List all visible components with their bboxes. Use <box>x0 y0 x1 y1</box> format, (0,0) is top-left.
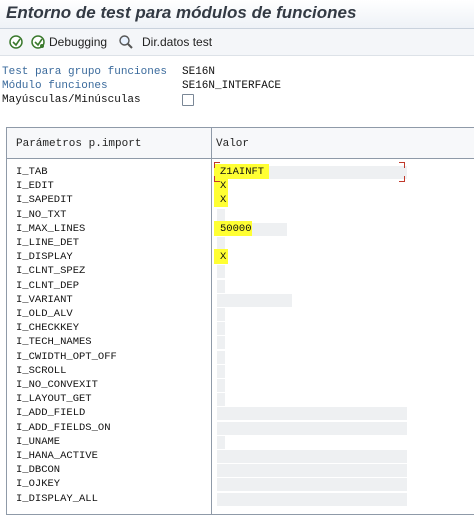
execute-icon <box>9 35 23 49</box>
param-name: I_DISPLAY_ALL <box>16 492 98 505</box>
value-input[interactable] <box>217 308 225 321</box>
focus-corner <box>214 176 220 182</box>
param-name: I_UNAME <box>16 435 61 448</box>
param-name: I_OLD_ALV <box>16 308 73 320</box>
param-name: I_OJKEY <box>16 478 61 491</box>
param-value: X <box>220 180 227 193</box>
param-name: I_DBCON <box>16 464 61 477</box>
param-name: I_HANA_ACTIVE <box>16 450 98 462</box>
execute-button[interactable] <box>8 32 24 52</box>
param-name: I_TECH_NAMES <box>16 336 92 349</box>
param-value: X <box>220 251 227 264</box>
value-input[interactable] <box>217 322 225 336</box>
param-name: I_DISPLAY <box>16 251 73 264</box>
param-name: I_CLNT_SPEZ <box>16 265 86 278</box>
value-input[interactable] <box>217 464 407 478</box>
value-input[interactable] <box>217 265 225 279</box>
value-input[interactable] <box>217 379 225 392</box>
param-name: I_LINE_DET <box>16 237 80 249</box>
debugging-label: Debugging <box>49 35 108 49</box>
value-input[interactable] <box>217 364 225 378</box>
param-name: I_NO_TXT <box>16 208 67 221</box>
value-input[interactable] <box>217 350 225 364</box>
table-header: Parámetros p.import Valor <box>7 128 474 159</box>
value-input[interactable] <box>217 279 225 293</box>
module-value: SE16N_INTERFACE <box>182 80 282 92</box>
module-label: Módulo funciones <box>2 80 108 92</box>
param-name: I_LAYOUT_GET <box>16 393 92 406</box>
dir-datos-label: Dir.datos test <box>142 35 213 49</box>
param-name: I_TAB <box>16 166 48 178</box>
dir-datos-test-button[interactable]: Dir.datos test <box>118 32 212 52</box>
value-input[interactable] <box>217 336 225 350</box>
value-input[interactable] <box>217 407 407 421</box>
case-label: Mayúsculas/Minúsculas <box>2 94 141 106</box>
value-input[interactable] <box>217 435 225 449</box>
value-input[interactable] <box>217 478 407 492</box>
param-value: 50000 <box>220 222 252 235</box>
column-divider <box>211 128 212 514</box>
value-input[interactable] <box>217 450 407 463</box>
title-bar: Entorno de test para módulos de funcione… <box>0 0 474 29</box>
param-value: X <box>220 194 227 207</box>
col-header-params: Parámetros p.import <box>16 138 142 150</box>
value-input[interactable] <box>217 208 225 222</box>
col-header-valor: Valor <box>216 138 250 150</box>
focus-corner <box>399 176 405 182</box>
debugging-button[interactable]: Debugging <box>30 32 107 52</box>
param-name: I_SAPEDIT <box>16 194 73 207</box>
debug-icon <box>31 35 45 49</box>
value-input[interactable] <box>217 293 292 307</box>
magnifier-icon <box>119 35 133 49</box>
value-input[interactable] <box>217 393 225 407</box>
param-name: I_CHECKKEY <box>16 322 80 335</box>
value-input[interactable] <box>217 492 407 506</box>
import-parameters-table: Parámetros p.import Valor I_TAB Z1AINFT I_… <box>6 127 474 515</box>
param-name: I_ADD_FIELD <box>16 407 86 420</box>
param-name: I_MAX_LINES <box>16 222 86 235</box>
param-value: Z1AINFT <box>220 166 265 178</box>
case-checkbox[interactable] <box>182 94 194 106</box>
param-name: I_CWIDTH_OPT_OFF <box>16 350 117 363</box>
value-input[interactable] <box>217 237 225 250</box>
group-label: Test para grupo funciones <box>2 66 168 78</box>
focus-corner <box>214 162 220 168</box>
value-input[interactable] <box>217 421 407 435</box>
param-name: I_NO_CONVEXIT <box>16 379 98 391</box>
toolbar: Debugging Dir.datos test <box>0 29 474 56</box>
param-name: I_VARIANT <box>16 293 73 306</box>
param-name: I_CLNT_DEP <box>16 279 80 292</box>
group-value: SE16N <box>182 66 216 78</box>
window-title: Entorno de test para módulos de funcione… <box>6 3 357 22</box>
param-name: I_EDIT <box>16 180 54 193</box>
focus-corner <box>399 162 405 168</box>
param-name: I_ADD_FIELDS_ON <box>16 421 111 434</box>
param-name: I_SCROLL <box>16 364 67 377</box>
